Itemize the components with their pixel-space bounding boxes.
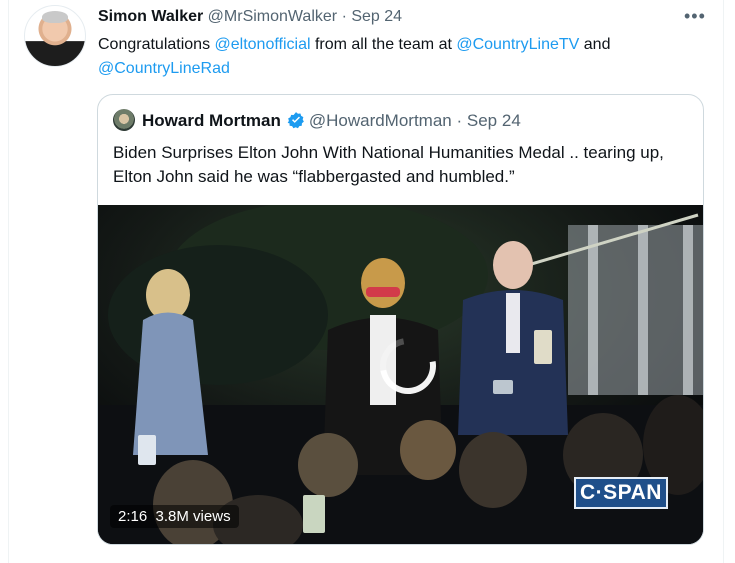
avatar-hair xyxy=(42,11,68,23)
quoted-tweet[interactable]: Howard Mortman @HowardMortman · Sep 24 Bi… xyxy=(97,94,704,545)
verified-badge-icon xyxy=(287,111,305,134)
cspan-logo: C·SPAN xyxy=(574,477,668,509)
tweet-text-part: Congratulations xyxy=(98,36,215,53)
avatar[interactable] xyxy=(24,5,86,67)
handle[interactable]: @MrSimonWalker xyxy=(208,8,337,25)
separator: · xyxy=(456,111,463,130)
video-duration-views: 2:16 3.8M views xyxy=(110,505,239,528)
display-name[interactable]: Simon Walker xyxy=(98,8,203,25)
mention-countrylinetv[interactable]: @CountryLineTV xyxy=(456,36,579,53)
mention-eltonofficial[interactable]: @eltonofficial xyxy=(215,36,311,53)
quoted-handle[interactable]: @HowardMortman xyxy=(309,111,452,130)
timeline-border-left xyxy=(8,0,9,563)
quoted-date[interactable]: Sep 24 xyxy=(467,111,521,130)
quoted-avatar[interactable] xyxy=(113,109,135,131)
tweet-text-part: and xyxy=(579,36,611,53)
quoted-tweet-header: Howard Mortman @HowardMortman · Sep 24 xyxy=(142,111,521,134)
timeline-border-right xyxy=(723,0,724,563)
video-duration: 2:16 xyxy=(118,508,148,525)
mention-countrylinerad[interactable]: @CountryLineRad xyxy=(98,60,230,77)
quoted-display-name[interactable]: Howard Mortman xyxy=(142,111,281,130)
more-horizontal-icon[interactable]: ••• xyxy=(684,6,706,27)
tweet-text-part: from all the team at xyxy=(310,36,457,53)
tweet-date[interactable]: Sep 24 xyxy=(351,8,402,25)
tweet-header: Simon Walker @MrSimonWalker · Sep 24 xyxy=(98,8,402,26)
video-player[interactable]: C·SPAN 2:16 3.8M views xyxy=(98,205,703,544)
tweet-text: Congratulations @eltonofficial from all … xyxy=(98,33,698,81)
video-views: 3.8M views xyxy=(155,508,231,525)
separator: · xyxy=(341,8,347,25)
quoted-tweet-text: Biden Surprises Elton John With National… xyxy=(113,143,664,186)
